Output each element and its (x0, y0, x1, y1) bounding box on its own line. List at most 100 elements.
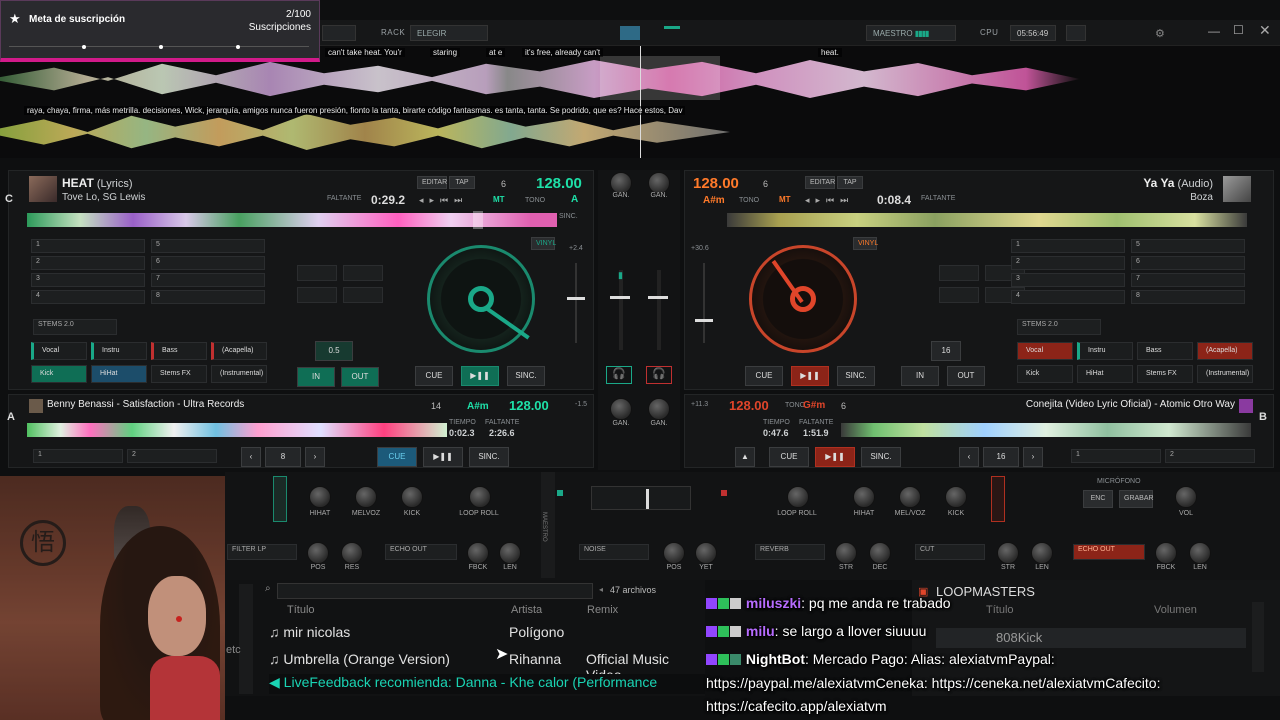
loop-out-button[interactable]: OUT (341, 367, 379, 387)
waveform-overview[interactable]: can't take heat. You'r staring at e it's… (0, 46, 1280, 158)
tap-button[interactable]: TAP (449, 176, 475, 189)
top-dropdown[interactable] (322, 25, 356, 41)
stem-bass[interactable]: Bass (1137, 342, 1193, 360)
fx-knob[interactable] (663, 542, 685, 564)
hotcue-pad[interactable]: 2 (127, 449, 217, 463)
hotcue-pad[interactable]: 1 (31, 239, 145, 253)
sampler-slot[interactable] (297, 265, 337, 281)
mic-volume-knob[interactable] (1175, 486, 1197, 508)
cue-up-button[interactable]: ▲ (735, 447, 755, 467)
stems-select[interactable]: STEMS 2.0 (1017, 319, 1101, 335)
cue-button[interactable]: CUE (377, 447, 417, 467)
stem-instrumental[interactable]: (Instrumental) (211, 365, 267, 383)
stem-acapella[interactable]: (Acapella) (1197, 342, 1253, 360)
key-display[interactable]: A (571, 194, 578, 205)
fx-knob[interactable] (467, 542, 489, 564)
loop-next[interactable]: › (1023, 447, 1043, 467)
stem-fx[interactable]: Stems FX (1137, 365, 1193, 383)
scroll-left-icon[interactable]: ◂ (599, 585, 603, 594)
browser-scrollbar-left[interactable] (239, 584, 253, 694)
sampler-slot[interactable] (939, 265, 979, 281)
fx-select[interactable]: ECHO OUT (1073, 544, 1145, 560)
fx-knob[interactable] (401, 486, 423, 508)
fx-knob[interactable] (355, 486, 377, 508)
sampler-slot[interactable] (343, 265, 383, 281)
stem-kick[interactable]: Kick (1017, 365, 1073, 383)
track-waveform[interactable] (841, 423, 1251, 437)
fader-handle[interactable] (648, 296, 668, 299)
bpm-display[interactable]: 128.00 (729, 398, 769, 413)
fx-select[interactable]: NOISE (579, 544, 649, 560)
stem-vocal[interactable]: Vocal (31, 342, 87, 360)
fx-knob[interactable] (341, 542, 363, 564)
layout-icon-2[interactable] (664, 26, 680, 29)
headphones-icon[interactable]: 🎧 (646, 366, 672, 384)
hotcue-pad[interactable]: 3 (1011, 273, 1125, 287)
stem-instru[interactable]: Instru (91, 342, 147, 360)
pitch-handle[interactable] (567, 297, 585, 300)
key-display[interactable]: A#m (703, 195, 725, 206)
table-row[interactable]: ♫ Umbrella (Orange Version) Rihanna Offi… (269, 651, 699, 683)
vinyl-button[interactable]: VINYL (531, 237, 556, 250)
pitch-slider[interactable] (703, 263, 705, 343)
recommendation-bar[interactable]: ◀ LiveFeedback recomienda: Danna - Khe c… (269, 674, 705, 694)
stem-kick[interactable]: Kick (31, 365, 87, 383)
loop-out-button[interactable]: OUT (947, 366, 985, 386)
mic-record-button[interactable]: GRABAR (1119, 490, 1154, 508)
stem-instrumental[interactable]: (Instrumental) (1197, 365, 1253, 383)
stem-vocal[interactable]: Vocal (1017, 342, 1073, 360)
hotcue-pad[interactable]: 2 (31, 256, 145, 270)
fx-knob[interactable] (787, 486, 809, 508)
vinyl-button[interactable]: VINYL (853, 237, 878, 250)
column-title[interactable]: Título (287, 604, 315, 616)
sampler-slot[interactable] (343, 287, 383, 303)
stem-fx[interactable]: Stems FX (151, 365, 207, 383)
pitch-slider[interactable] (575, 263, 577, 343)
play-button[interactable]: ▶❚❚ (815, 447, 855, 467)
hotcue-pad[interactable]: 2 (1011, 256, 1125, 270)
fx-knob[interactable] (499, 542, 521, 564)
gain-knob[interactable] (610, 398, 632, 420)
mic-enc-button[interactable]: ENC (1083, 490, 1113, 508)
stem-hihat[interactable]: HiHat (1077, 365, 1133, 383)
column-remix[interactable]: Remix (587, 604, 618, 616)
rack-select[interactable]: ELEGIR (410, 25, 488, 41)
track-waveform[interactable] (727, 213, 1247, 227)
key-display[interactable]: A#m (467, 401, 489, 412)
sync-button[interactable]: SINC. (469, 447, 509, 467)
settings-icon[interactable]: ⚙ (1155, 27, 1165, 40)
play-button[interactable]: ▶❚❚ (461, 366, 499, 386)
bpm-display[interactable]: 128.00 (693, 175, 739, 192)
fx-deck-toggle[interactable] (273, 476, 287, 522)
sampler-slot[interactable] (297, 287, 337, 303)
track-waveform[interactable] (27, 423, 447, 437)
crossfader[interactable] (591, 486, 691, 510)
jog-wheel[interactable] (749, 245, 857, 353)
fx-knob[interactable] (835, 542, 857, 564)
crossfader-handle[interactable] (646, 489, 649, 509)
edit-button[interactable]: EDITAR (417, 176, 447, 189)
mt-label[interactable]: MT (493, 195, 505, 204)
stems-select[interactable]: STEMS 2.0 (33, 319, 117, 335)
stem-instru[interactable]: Instru (1077, 342, 1133, 360)
hotcue-pad[interactable]: 2 (1165, 449, 1255, 463)
record-icon[interactable] (1066, 25, 1086, 41)
stem-bass[interactable]: Bass (151, 342, 207, 360)
transport-icons[interactable]: ◂▸⏮⏭ (419, 195, 468, 206)
transport-icons[interactable]: ◂▸⏮⏭ (805, 195, 854, 206)
fx-select[interactable]: CUT (915, 544, 985, 560)
search-input[interactable] (277, 583, 593, 599)
loop-length[interactable]: 16 (983, 447, 1019, 467)
sync-button[interactable]: SINC. (861, 447, 901, 467)
fx-knob[interactable] (1189, 542, 1211, 564)
loop-prev[interactable]: ‹ (959, 447, 979, 467)
loop-length[interactable]: 16 (931, 341, 961, 361)
bpm-display[interactable]: 128.00 (536, 175, 582, 192)
channel-fader-right[interactable] (657, 270, 661, 350)
hotcue-pad[interactable]: 8 (151, 290, 265, 304)
hotcue-pad[interactable]: 8 (1131, 290, 1245, 304)
fx-deck-toggle[interactable] (991, 476, 1005, 522)
play-button[interactable]: ▶❚❚ (791, 366, 829, 386)
fx-knob[interactable] (695, 542, 717, 564)
hotcue-pad[interactable]: 1 (1071, 449, 1161, 463)
